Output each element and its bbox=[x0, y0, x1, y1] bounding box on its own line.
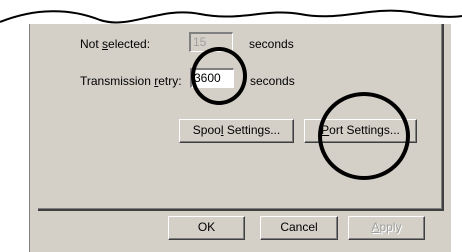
highlight-circle-retry bbox=[191, 47, 247, 105]
transmission-retry-label: Transmission retry: bbox=[80, 74, 182, 88]
spool-settings-button[interactable]: Spool Settings... bbox=[179, 119, 294, 143]
highlight-circle-port bbox=[318, 92, 410, 180]
not-selected-label: Not selected: bbox=[80, 37, 151, 51]
torn-edge-line bbox=[0, 9, 462, 24]
ok-button[interactable]: OK bbox=[168, 216, 245, 240]
not-selected-unit: seconds bbox=[249, 37, 294, 51]
apply-button[interactable]: Apply bbox=[348, 216, 425, 240]
transmission-retry-unit: seconds bbox=[250, 74, 295, 88]
cancel-button[interactable]: Cancel bbox=[260, 216, 338, 240]
